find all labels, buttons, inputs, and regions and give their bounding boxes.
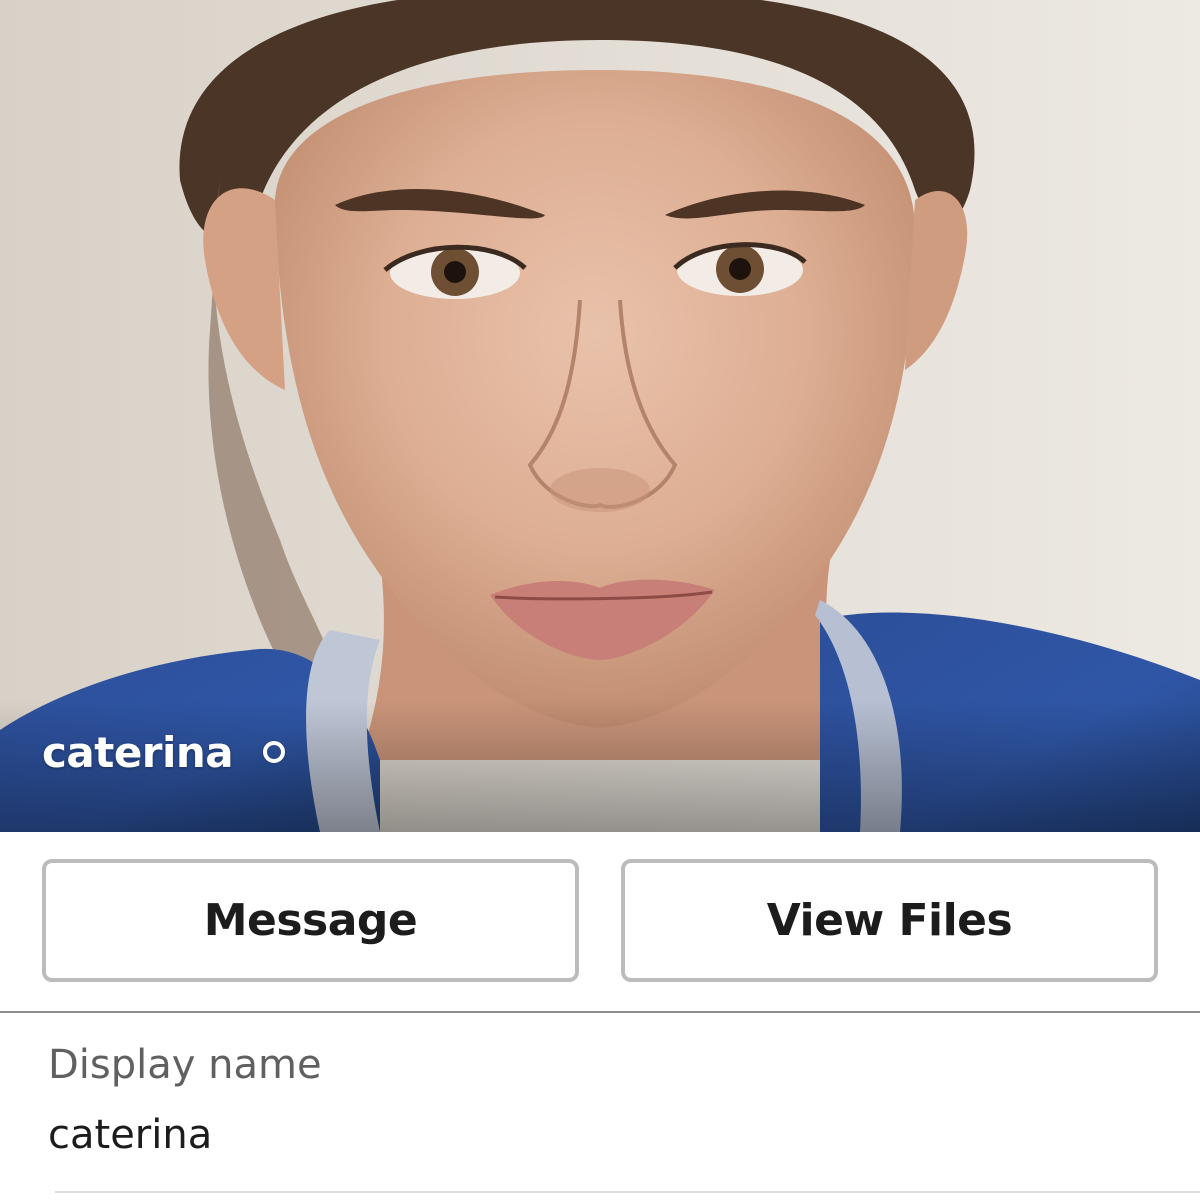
section-divider bbox=[0, 1011, 1200, 1013]
view-files-button[interactable]: View Files bbox=[621, 859, 1158, 982]
profile-name: caterina bbox=[42, 727, 234, 777]
profile-screen: caterina Message View Files Display name… bbox=[0, 0, 1200, 1200]
display-name-value: caterina bbox=[48, 1112, 213, 1158]
message-button[interactable]: Message bbox=[42, 859, 579, 982]
display-name-label: Display name bbox=[48, 1042, 322, 1088]
profile-name-overlay: caterina bbox=[42, 720, 286, 784]
profile-actions: Message View Files bbox=[42, 859, 1158, 982]
field-divider bbox=[55, 1191, 1200, 1193]
presence-away-icon bbox=[263, 741, 286, 763]
profile-photo: caterina bbox=[0, 0, 1200, 832]
